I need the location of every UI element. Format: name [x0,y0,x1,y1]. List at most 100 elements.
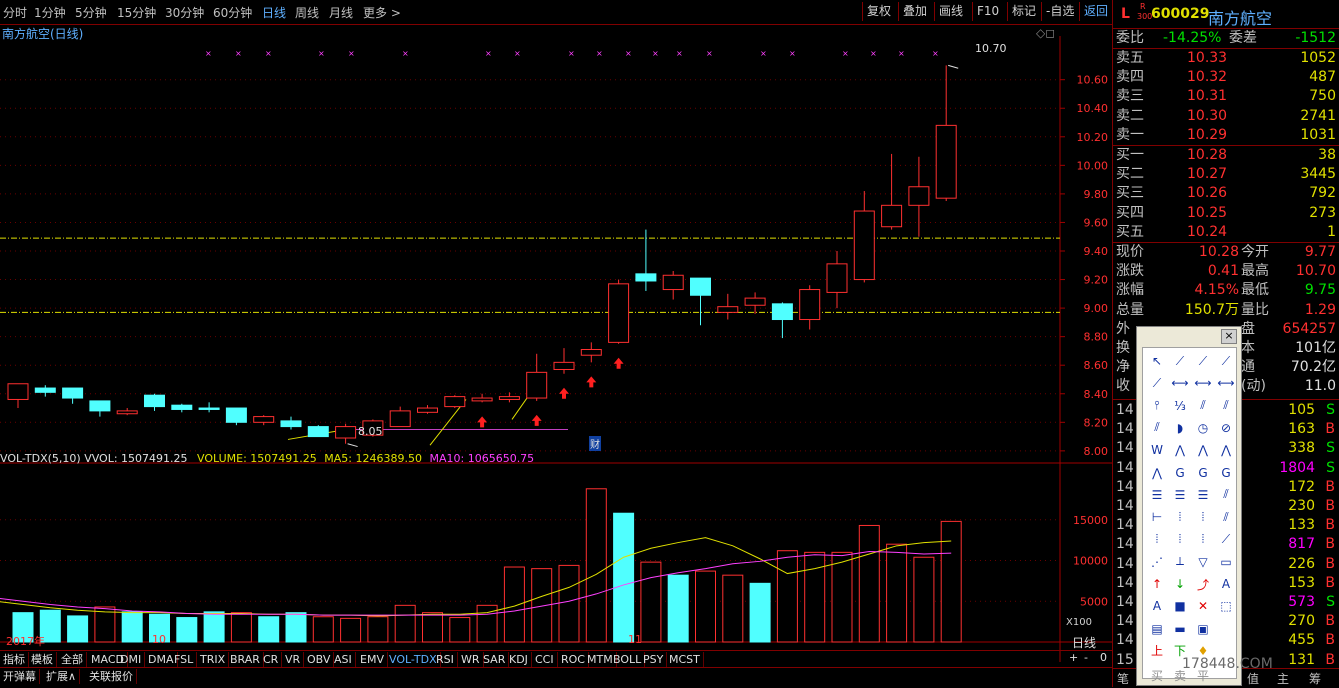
volume-bar[interactable] [886,543,908,643]
regression-tool-icon[interactable]: ⦙ [1147,530,1167,548]
candlestick[interactable] [144,393,165,411]
volume-bar[interactable] [585,488,607,643]
tab-模板[interactable]: 模板 [28,652,57,667]
tab-sar[interactable]: SAR [480,652,510,667]
expand-button[interactable]: 扩展∧ [43,669,81,684]
fuquan-button[interactable]: 复权 [862,2,895,21]
candlestick[interactable] [635,229,657,291]
candlestick[interactable] [498,392,520,403]
candlestick[interactable] [717,293,739,320]
candlestick[interactable] [307,425,329,438]
candlestick[interactable] [908,156,930,237]
zoom-out-button[interactable]: - [1084,651,1088,664]
tab-mcst[interactable]: MCST [666,652,704,667]
candlestick[interactable] [553,348,575,374]
tab-cci[interactable]: CCI [532,652,558,667]
related-quote-button[interactable]: 关联报价 [86,669,137,684]
period-30min[interactable]: 30分钟 [165,4,204,21]
line-2-tool-icon[interactable]: ⟋ [1147,374,1167,392]
down-arrow-tool-icon[interactable]: ↓ [1170,575,1190,593]
ruler-tool-icon[interactable]: ▬ [1170,620,1190,638]
candlestick[interactable] [526,353,548,401]
kline-chart[interactable]: 10.60 10.40 10.20 10.00 9.80 9.60 9.40 9.20 9.00… [0,24,1112,674]
candlestick[interactable] [580,342,602,363]
cycle-tool-icon[interactable]: ⊘ [1216,419,1236,437]
candlestick[interactable] [335,423,357,444]
toolbox-header[interactable]: × [1137,327,1241,345]
candlestick[interactable] [253,415,275,426]
tab-brar[interactable]: BRAR [227,652,264,667]
volume-bar[interactable] [230,612,252,643]
volume-bar[interactable] [394,604,416,643]
panel-bottom-tab[interactable]: 值 [1247,670,1259,687]
ask-row[interactable]: 卖一 10.29 1031 [1113,126,1339,145]
tab-rsi[interactable]: RSI [433,652,458,667]
tab-kdj[interactable]: KDJ [506,652,532,667]
percent-tool-icon[interactable]: ⅓ [1170,397,1190,415]
candlestick[interactable] [662,270,684,300]
f10-button[interactable]: F10 [972,2,1003,21]
fib-channel-tool-icon[interactable]: ⫽ [1216,486,1236,504]
volume-bar[interactable] [722,574,744,643]
volume-bar[interactable] [804,551,826,643]
trisection-tool-icon[interactable]: ⦙ [1193,530,1213,548]
candlestick[interactable] [89,400,111,417]
text-tool-icon[interactable]: A [1216,575,1236,593]
zoom-in-button[interactable]: + [1069,651,1078,664]
bid-row[interactable]: 买一 10.28 38 [1113,146,1339,165]
chart-expand-icon[interactable]: ◇◻ [1036,26,1055,40]
angle-tool-icon[interactable]: ⟋ [1216,530,1236,548]
image-tool-icon[interactable]: ▣ [1193,620,1213,638]
drawing-toolbox[interactable]: × ↖ ⟋ ⟋ ⟋ ⟋ ⟷ ⟷ ⟷ ⫯ ⅓ ⫽ ⫽ ⫽ ◗ ◷ ⊘ W ⋀ ⋀ ⋀ ⋀ G G G ☰ ☰ ☰ ⫽ ⊢ ⦙ ⦙ ⫽ ⦙ ⦙ ⦙ ⟋ ⋰ ⟂… [1136,326,1242,686]
text-box-tool-icon[interactable]: A [1147,597,1167,615]
bid-row[interactable]: 买三 10.26 792 [1113,184,1339,203]
triangle-tool-icon[interactable]: ▽ [1193,553,1213,571]
volume-bar[interactable] [613,512,635,643]
candlestick[interactable] [280,416,302,430]
candlestick[interactable] [389,406,411,428]
tab-trix[interactable]: TRIX [197,652,230,667]
volume-bar[interactable] [940,520,962,643]
parallel-tool-icon[interactable]: ⫽ [1193,397,1213,415]
fill-tool-icon[interactable]: ■ [1170,597,1190,615]
candlestick[interactable] [608,279,630,344]
perpendicular-tool-icon[interactable]: ⟂ [1170,553,1190,571]
candlestick[interactable] [198,402,220,413]
candlestick[interactable] [799,285,821,330]
rectangle-tool-icon[interactable]: ▭ [1216,553,1236,571]
period-60min[interactable]: 60分钟 [213,4,252,21]
gann-box-tool-icon[interactable]: G [1216,464,1236,482]
volume-bar[interactable] [831,551,853,643]
danmu-button[interactable]: 开弹幕 [0,669,40,684]
candlestick[interactable] [62,387,84,404]
ask-row[interactable]: 卖三 10.31 750 [1113,87,1339,106]
speed-line-tool-icon[interactable]: ⫽ [1216,508,1236,526]
panel-bottom-tab[interactable]: 筹 [1309,670,1321,687]
candlestick[interactable] [853,191,875,283]
triangle-wave-tool-icon[interactable]: ⋀ [1170,441,1190,459]
note-tool-icon[interactable]: ▤ [1147,620,1167,638]
candlestick[interactable] [417,405,438,414]
fib-time-tool-icon[interactable]: ⦙ [1170,508,1190,526]
panel-bottom-tab[interactable]: 笔 [1117,670,1129,687]
volume-bar[interactable] [749,582,771,643]
volume-bar[interactable] [340,617,362,643]
period-fenshi[interactable]: 分时 [3,4,27,21]
tab-指标[interactable]: 指标 [0,652,29,667]
panel-bottom-tab[interactable]: 主 [1277,670,1289,687]
tab-asi[interactable]: ASI [331,652,356,667]
vline-tool-icon[interactable]: ⫯ [1147,397,1167,415]
period-daily[interactable]: 日线 [262,4,286,21]
candlestick[interactable] [116,408,138,416]
candlestick[interactable] [881,153,903,230]
pitchfork-tool-icon[interactable]: ⋰ [1147,553,1167,571]
wave-tool-icon[interactable]: W [1147,441,1167,459]
volume-bar[interactable] [176,617,198,643]
fib-line-tool-icon[interactable]: ☰ [1147,486,1167,504]
volume-bar[interactable] [913,556,935,643]
abc-wave-tool-icon[interactable]: ⋀ [1193,441,1213,459]
period-tool-icon[interactable]: ⊢ [1147,508,1167,526]
period-monthly[interactable]: 月线 [329,4,353,21]
toolbox-label[interactable]: 买 [1147,666,1167,684]
time-zone-tool-icon[interactable]: ⦙ [1193,508,1213,526]
